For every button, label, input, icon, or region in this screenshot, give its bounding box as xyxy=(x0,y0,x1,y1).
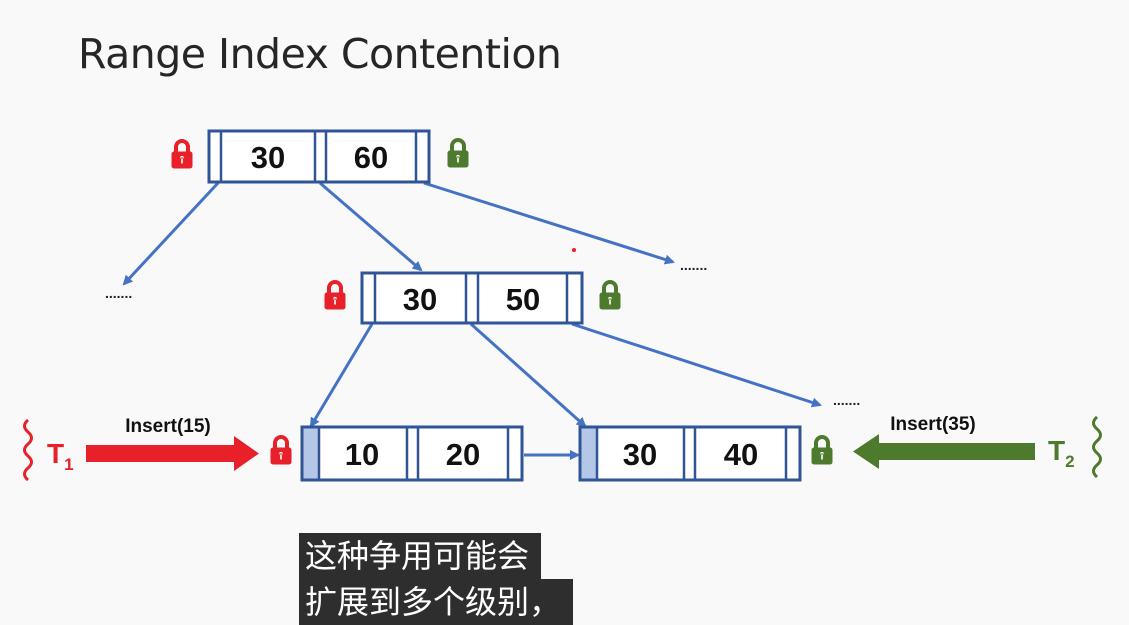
leaf-right-key-2: 40 xyxy=(724,437,758,472)
leaf-left-key-2: 20 xyxy=(446,437,480,472)
lock-green-icon xyxy=(810,435,834,466)
t2-arrow xyxy=(853,434,1035,469)
t1-squiggle-icon xyxy=(23,418,33,482)
root-key-1: 30 xyxy=(251,140,285,175)
middle-node: 30 50 xyxy=(360,271,584,325)
middle-to-leaf-right-arrow xyxy=(469,322,587,428)
leaf-left-key-1: 10 xyxy=(345,437,379,472)
lock-red-icon xyxy=(323,280,347,311)
leaf-node-right: 30 40 xyxy=(578,425,802,482)
root-node: 30 60 xyxy=(207,129,431,184)
lock-green-icon xyxy=(446,138,470,169)
root-to-left-ellipsis-arrow xyxy=(122,181,220,286)
ellipsis-left: ....... xyxy=(105,285,132,301)
root-to-right-ellipsis-arrow xyxy=(423,181,675,265)
middle-to-ellipsis-arrow xyxy=(571,322,822,408)
t1-label: T1 xyxy=(47,438,74,474)
ellipsis-leaf: ....... xyxy=(833,392,860,408)
subtitle-line-1: 这种争用可能会 xyxy=(299,533,542,579)
root-key-2: 60 xyxy=(354,140,388,175)
leaf-node-left: 10 20 xyxy=(300,425,524,482)
lock-red-icon xyxy=(170,139,194,170)
middle-to-leaf-left-arrow xyxy=(309,323,374,428)
b-tree-diagram: ....... ....... ....... 30 60 30 50 10 2… xyxy=(23,129,1102,482)
t2-label: T2 xyxy=(1048,435,1075,471)
t2-squiggle-icon xyxy=(1092,415,1102,479)
subtitle-line-2: 扩展到多个级别， xyxy=(299,579,574,625)
ellipsis-right: ....... xyxy=(680,257,707,273)
t1-action-label: Insert(15) xyxy=(125,416,211,437)
t1-arrow xyxy=(86,436,259,471)
laser-pointer-dot xyxy=(572,248,576,252)
lock-red-icon xyxy=(269,435,293,466)
leaf-right-key-1: 30 xyxy=(623,437,657,472)
middle-key-1: 30 xyxy=(403,282,437,317)
t2-action-label: Insert(35) xyxy=(890,414,976,435)
middle-key-2: 50 xyxy=(506,282,540,317)
root-to-middle-arrow xyxy=(319,181,423,272)
lock-green-icon xyxy=(598,280,622,311)
